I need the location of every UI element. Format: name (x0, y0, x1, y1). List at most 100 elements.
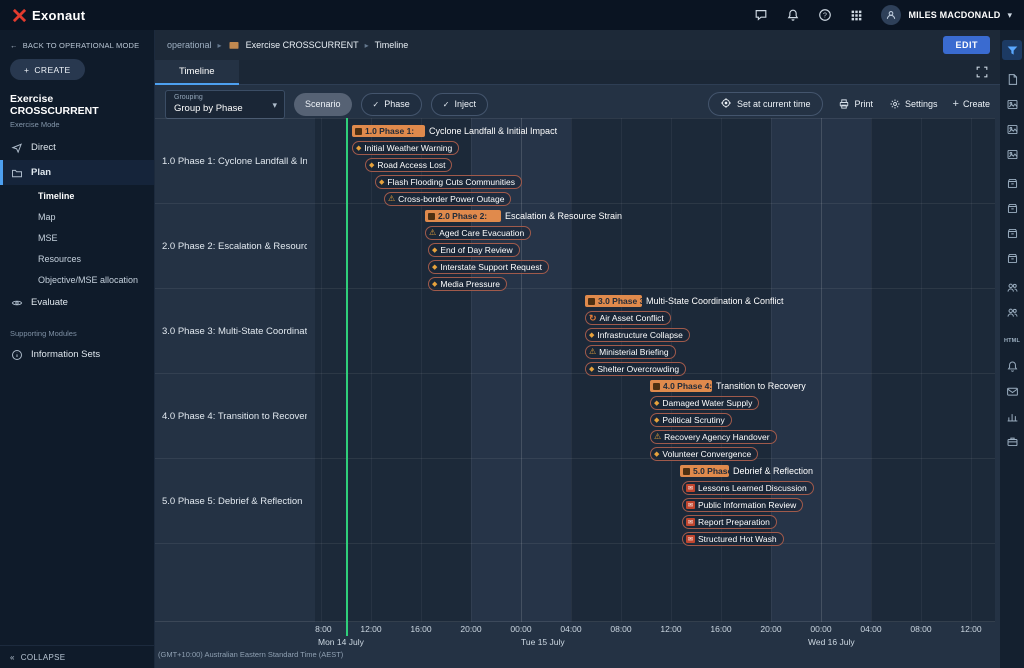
frame-rail-icon[interactable] (1002, 144, 1022, 164)
phase-icon (683, 468, 690, 475)
check-icon: ✓ (443, 100, 450, 109)
inject-item[interactable]: ⚠Aged Care Evacuation (425, 226, 531, 240)
diamond-inject-icon: ◆ (432, 281, 437, 288)
phase-bar[interactable]: 3.0 Phase 3:Multi-State Coordination & C… (585, 295, 784, 307)
phase-toggle[interactable]: ✓ Phase (361, 93, 422, 116)
sidebar-item-evaluate[interactable]: Evaluate (0, 290, 154, 315)
box-rail-icon[interactable] (1002, 173, 1022, 193)
html-rail-icon[interactable]: HTML (1002, 331, 1022, 351)
inject-item[interactable]: ✉Structured Hot Wash (682, 532, 784, 546)
box-rail-icon[interactable] (1002, 198, 1022, 218)
inject-item[interactable]: ⚠Recovery Agency Handover (650, 430, 777, 444)
logo-text: Exonaut (32, 8, 85, 23)
sidebar-item-map[interactable]: Map (0, 206, 154, 227)
sidebar-item-mse[interactable]: MSE (0, 227, 154, 248)
inbox-rail-icon[interactable] (1002, 381, 1022, 401)
phase-icon (355, 128, 362, 135)
phase-bar[interactable]: 1.0 Phase 1:Cyclone Landfall & Initial I… (352, 125, 557, 137)
check-icon: ✓ (373, 100, 380, 109)
phase-bar[interactable]: 2.0 Phase 2: Escalation & Resource Strain (425, 210, 622, 222)
create-button[interactable]: + Create (953, 98, 990, 110)
inject-item[interactable]: ◆Infrastructure Collapse (585, 328, 690, 342)
inject-item[interactable]: ◆Interstate Support Request (428, 260, 549, 274)
sidebar-item-plan[interactable]: Plan (0, 160, 154, 185)
filter-rail-icon[interactable] (1002, 40, 1022, 60)
main-content: operational ▸ Exercise CROSSCURRENT ▸ Ti… (155, 30, 1000, 668)
inject-label: Air Asset Conflict (600, 313, 664, 323)
tab-bar: Timeline (155, 60, 1000, 85)
sidebar-create-button[interactable]: + CREATE (10, 59, 85, 80)
diamond-inject-icon: ◆ (589, 332, 594, 339)
sidebar-item-information-sets[interactable]: Information Sets (0, 342, 154, 367)
inject-item[interactable]: ◆Political Scrutiny (650, 413, 732, 427)
inject-label: Report Preparation (698, 517, 770, 527)
apps-grid-icon[interactable] (849, 8, 864, 23)
phase-bar[interactable]: 5.0 Phase 5:Debrief & Reflection (680, 465, 813, 477)
svg-text:?: ? (823, 13, 827, 20)
inject-label: Initial Weather Warning (364, 143, 452, 153)
sidebar-item-objective-mse-allocation[interactable]: Objective/MSE allocation (0, 269, 154, 290)
tab-timeline[interactable]: Timeline (155, 60, 239, 85)
chat-icon[interactable] (753, 8, 768, 23)
inject-item[interactable]: ◆Road Access Lost (365, 158, 452, 172)
phase-prefix: 2.0 Phase 2: (438, 211, 487, 221)
box-rail-icon[interactable] (1002, 248, 1022, 268)
folder-icon (10, 166, 23, 179)
inject-item[interactable]: ◆Shelter Overcrowding (585, 362, 686, 376)
users-rail-icon[interactable] (1002, 277, 1022, 297)
exonaut-logo[interactable]: Exonaut (12, 8, 85, 23)
fullscreen-icon[interactable] (975, 65, 990, 80)
scenario-toggle[interactable]: Scenario (294, 93, 352, 116)
inject-item[interactable]: ◆Media Pressure (428, 277, 507, 291)
group-row-label: 2.0 Phase 2: Escalation & Resource S... (155, 241, 307, 252)
inject-item[interactable]: ⚠Cross-border Power Outage (384, 192, 511, 206)
phase-icon (428, 213, 435, 220)
set-at-current-time-button[interactable]: Set at current time (708, 92, 823, 116)
collapse-sidebar-button[interactable]: « COLLAPSE (0, 645, 154, 668)
frame-rail-icon[interactable] (1002, 119, 1022, 139)
inject-item[interactable]: ◆Volunteer Convergence (650, 447, 758, 461)
inject-item[interactable]: ◆Flash Flooding Cuts Communities (375, 175, 522, 189)
inject-item[interactable]: ↻Air Asset Conflict (585, 311, 671, 325)
print-button[interactable]: Print (838, 98, 874, 111)
phase-title: Escalation & Resource Strain (505, 211, 622, 221)
breadcrumb-exercise[interactable]: Exercise CROSSCURRENT (246, 40, 359, 50)
axis-time-label: 00:00 (510, 624, 531, 634)
help-icon[interactable]: ? (817, 8, 832, 23)
grouping-select[interactable]: Grouping Group by Phase ▾ (165, 90, 285, 119)
user-name: MILES MACDONALD (908, 10, 1000, 20)
sidebar-item-timeline[interactable]: Timeline (0, 185, 154, 206)
inject-item[interactable]: ✉Public Information Review (682, 498, 803, 512)
axis-time-label: 04:00 (560, 624, 581, 634)
sidebar-item-resources[interactable]: Resources (0, 248, 154, 269)
chart-rail-icon[interactable] (1002, 406, 1022, 426)
briefcase-rail-icon[interactable] (1002, 431, 1022, 451)
users-rail-icon[interactable] (1002, 302, 1022, 322)
notifications-bell-icon[interactable] (785, 8, 800, 23)
bell-rail-icon[interactable] (1002, 356, 1022, 376)
box-rail-icon[interactable] (1002, 223, 1022, 243)
inject-item[interactable]: ◆Initial Weather Warning (352, 141, 459, 155)
inject-toggle[interactable]: ✓ Inject (431, 93, 488, 116)
file-rail-icon[interactable] (1002, 69, 1022, 89)
inject-label: Lessons Learned Discussion (698, 483, 807, 493)
inject-item[interactable]: ◆Damaged Water Supply (650, 396, 759, 410)
inject-item[interactable]: ⚠Ministerial Briefing (585, 345, 676, 359)
edit-button[interactable]: EDIT (943, 36, 990, 54)
axis-day-label: Wed 16 July (808, 637, 855, 647)
frame-rail-icon[interactable] (1002, 94, 1022, 114)
breadcrumb-operational[interactable]: operational (167, 40, 212, 50)
direct-send-icon (10, 141, 23, 154)
back-to-operational-button[interactable]: ← BACK TO OPERATIONAL MODE (0, 30, 154, 54)
inject-item[interactable]: ✉Lessons Learned Discussion (682, 481, 814, 495)
axis-time-label: 16:00 (410, 624, 431, 634)
settings-button[interactable]: Settings (888, 98, 938, 111)
envelope-inject-icon: ✉ (686, 535, 695, 543)
phase-bar[interactable]: 4.0 Phase 4:Transition to Recovery (650, 380, 806, 392)
exercise-folder-icon (228, 39, 240, 51)
breadcrumb-separator-icon: ▸ (218, 41, 222, 50)
sidebar-item-direct[interactable]: Direct (0, 135, 154, 160)
inject-item[interactable]: ◆End of Day Review (428, 243, 520, 257)
inject-item[interactable]: ✉Report Preparation (682, 515, 777, 529)
user-menu[interactable]: MILES MACDONALD ▾ (881, 5, 1012, 25)
